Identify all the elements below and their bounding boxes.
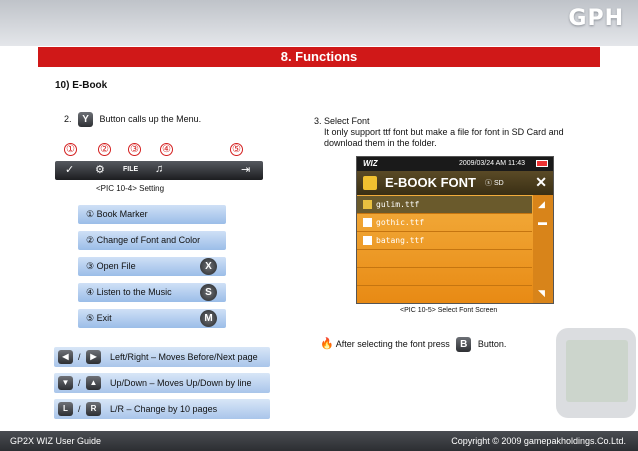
menu-label: ② Change of Font and Color: [86, 235, 201, 245]
nav-text: L/R – Change by 10 pages: [110, 404, 218, 414]
nav-left-right: ◀ / ▶ Left/Right – Moves Before/Next pag…: [54, 347, 270, 367]
r-button-icon: R: [86, 402, 101, 416]
menu-book-marker[interactable]: ① Book Marker: [78, 205, 226, 224]
scroll-down-icon[interactable]: ◥: [538, 288, 545, 299]
y-button-icon: Y: [78, 112, 94, 127]
number-5: ⑤: [230, 143, 243, 156]
step3-block: 3. Select Font It only support ttf font …: [314, 116, 564, 149]
slash: /: [78, 352, 81, 362]
menu-change-font[interactable]: ② Change of Font and Color: [78, 231, 226, 250]
number-1: ①: [64, 143, 77, 156]
page-title: 8. Functions: [38, 47, 600, 67]
step3-line1: It only support ttf font but make a file…: [324, 127, 564, 137]
nav-l-r: L / R L/R – Change by 10 pages: [54, 399, 270, 419]
step3-title: 3. Select Font: [314, 116, 370, 126]
setting-bar: ✓ ⚙ FILE ♫ ⇥: [55, 161, 263, 180]
font-folder-icon: [363, 176, 377, 190]
right-arrow-icon: ▶: [86, 350, 101, 364]
font-row[interactable]: gothic.ttf: [357, 214, 532, 232]
left-arrow-icon: ◀: [58, 350, 73, 364]
nav-text: Left/Right – Moves Before/Next page: [110, 352, 258, 362]
screen-header: E-BOOK FONT ⓢ SD ✕: [357, 171, 553, 195]
font-file-icon: [363, 236, 372, 245]
font-select-screen: WIZ 2009/03/24 AM 11:43 E-BOOK FONT ⓢ SD…: [356, 156, 554, 304]
battery-icon: [536, 160, 548, 167]
wiz-logo: WIZ: [363, 159, 378, 168]
step2-line: 2. Y Button calls up the Menu.: [64, 112, 201, 127]
menu-label: ④ Listen to the Music: [86, 287, 172, 297]
step2-number: 2.: [64, 113, 72, 124]
screen-scrollbar[interactable]: ◢ ▬ ◥: [533, 195, 553, 303]
bookmark-icon[interactable]: ✓: [65, 163, 74, 176]
sd-label: ⓢ SD: [485, 180, 504, 187]
exit-icon[interactable]: ⇥: [241, 163, 250, 176]
menu-label: ① Book Marker: [86, 209, 148, 219]
setting-numbers: ① ② ③ ④ ⑤: [64, 143, 244, 157]
font-file-icon: [363, 200, 372, 209]
footer-left: GP2X WIZ User Guide: [10, 436, 102, 446]
step-note: 🔥 After selecting the font press B Butto…: [320, 337, 507, 353]
font-row-selected[interactable]: gulim.ttf: [357, 196, 532, 214]
close-icon[interactable]: ✕: [535, 174, 547, 191]
gph-logo: GPH: [568, 6, 624, 31]
step2-text: Button calls up the Menu.: [99, 113, 202, 124]
l-button-icon: L: [58, 402, 73, 416]
music-icon[interactable]: ♫: [155, 163, 163, 175]
font-name: gothic.ttf: [376, 218, 425, 227]
menu-label: ⑤ Exit: [86, 313, 112, 323]
scroll-thumb-icon[interactable]: ▬: [538, 217, 547, 227]
up-arrow-icon: ▲: [86, 376, 101, 390]
empty-row: [357, 268, 532, 286]
number-4: ④: [160, 143, 173, 156]
setting-caption: <PIC 10-4> Setting: [96, 184, 165, 193]
sd-text: SD: [493, 180, 504, 187]
screen-caption: <PIC 10-5> Select Font Screen: [400, 307, 498, 314]
section-title: 10) E-Book: [55, 80, 108, 91]
font-file-icon: [363, 218, 372, 227]
x-button-icon: X: [200, 258, 217, 275]
screen-status-bar: WIZ 2009/03/24 AM 11:43: [357, 157, 553, 171]
top-banner: GPH: [0, 0, 638, 46]
font-row[interactable]: batang.ttf: [357, 232, 532, 250]
number-2: ②: [98, 143, 111, 156]
note-after: Button.: [477, 339, 507, 349]
footer-right: Copyright © 2009 gamepakholdings.Co.Ltd.: [451, 436, 626, 446]
footer-bar: GP2X WIZ User Guide Copyright © 2009 gam…: [0, 431, 638, 451]
slash: /: [78, 404, 81, 414]
device-illustration: [546, 318, 638, 430]
down-arrow-icon: ▼: [58, 376, 73, 390]
font-name: gulim.ttf: [376, 200, 420, 209]
gear-icon[interactable]: ⚙: [95, 163, 105, 176]
screen-datetime: 2009/03/24 AM 11:43: [459, 160, 526, 167]
slash: /: [78, 378, 81, 388]
nav-up-down: ▼ / ▲ Up/Down – Moves Up/Down by line: [54, 373, 270, 393]
note-before: After selecting the font press: [335, 339, 450, 349]
s-button-icon: S: [200, 284, 217, 301]
b-button-icon: B: [456, 337, 472, 353]
m-button-icon: M: [200, 310, 217, 327]
scroll-up-icon[interactable]: ◢: [538, 199, 545, 210]
empty-row: [357, 250, 532, 268]
fire-icon: 🔥: [320, 338, 334, 350]
step3-line2: download them in the folder.: [324, 138, 437, 148]
file-icon[interactable]: FILE: [123, 166, 138, 173]
screen-title: E-BOOK FONT: [385, 175, 476, 190]
number-3: ③: [128, 143, 141, 156]
menu-label: ③ Open File: [86, 261, 136, 271]
font-name: batang.ttf: [376, 236, 425, 245]
nav-text: Up/Down – Moves Up/Down by line: [110, 378, 252, 388]
